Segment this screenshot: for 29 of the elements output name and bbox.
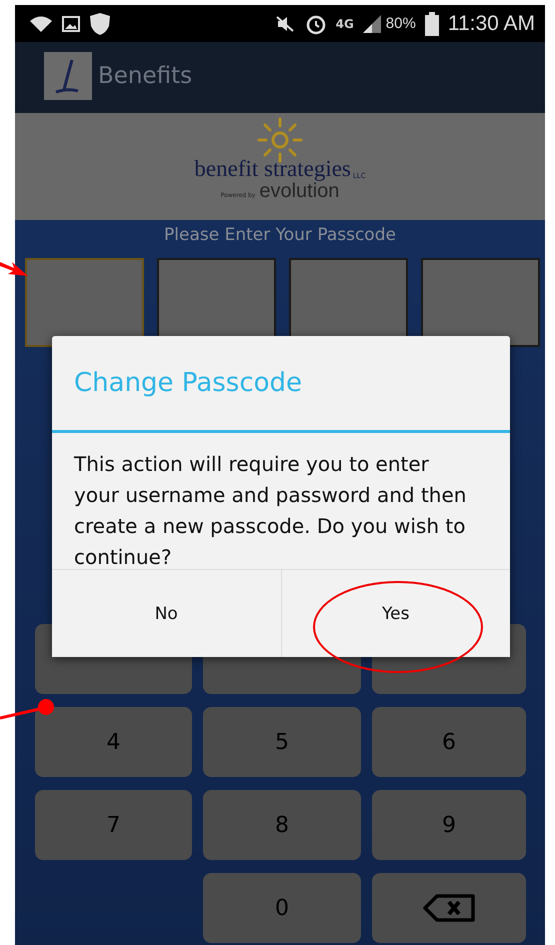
digit-key[interactable]: 4 [35,707,192,777]
passcode-prompt: Please Enter Your Passcode [163,224,397,247]
brand-name: benefit strategies [194,157,351,180]
signal-icon [362,14,381,32]
passcode-digit-field[interactable] [421,258,540,347]
digit-key[interactable]: 6 [372,707,526,777]
mute-icon [274,14,296,32]
battery-percent: 80% [386,15,416,32]
digit-key[interactable]: 9 [372,790,526,860]
dialog-button[interactable]: Yes [280,570,510,657]
digit-key[interactable]: 5 [203,707,361,777]
backspace-icon [423,894,475,922]
passcode-digit-field[interactable] [25,258,144,347]
shield-icon [89,12,111,36]
digit-key[interactable]: 0 [203,873,361,943]
annotation-pointer [0,698,56,722]
app-title: Benefits [98,63,192,89]
battery-icon [424,12,439,36]
app-logo-icon [44,52,92,100]
dialog-title: Change Passcode [52,336,510,433]
dialog-button[interactable]: No [52,570,280,657]
partner-name: evolution [259,180,340,203]
digit-key[interactable]: 7 [35,790,192,860]
dialog-message: This action will require you to enter your username and password and then create a new passcode. Do you wish to continue? [73,451,468,569]
image-icon [62,16,80,32]
wifi-icon [29,14,53,32]
clock-time: 11:30 AM [448,12,535,36]
digit-key[interactable]: 8 [203,790,361,860]
network-type: 4G [336,16,354,30]
